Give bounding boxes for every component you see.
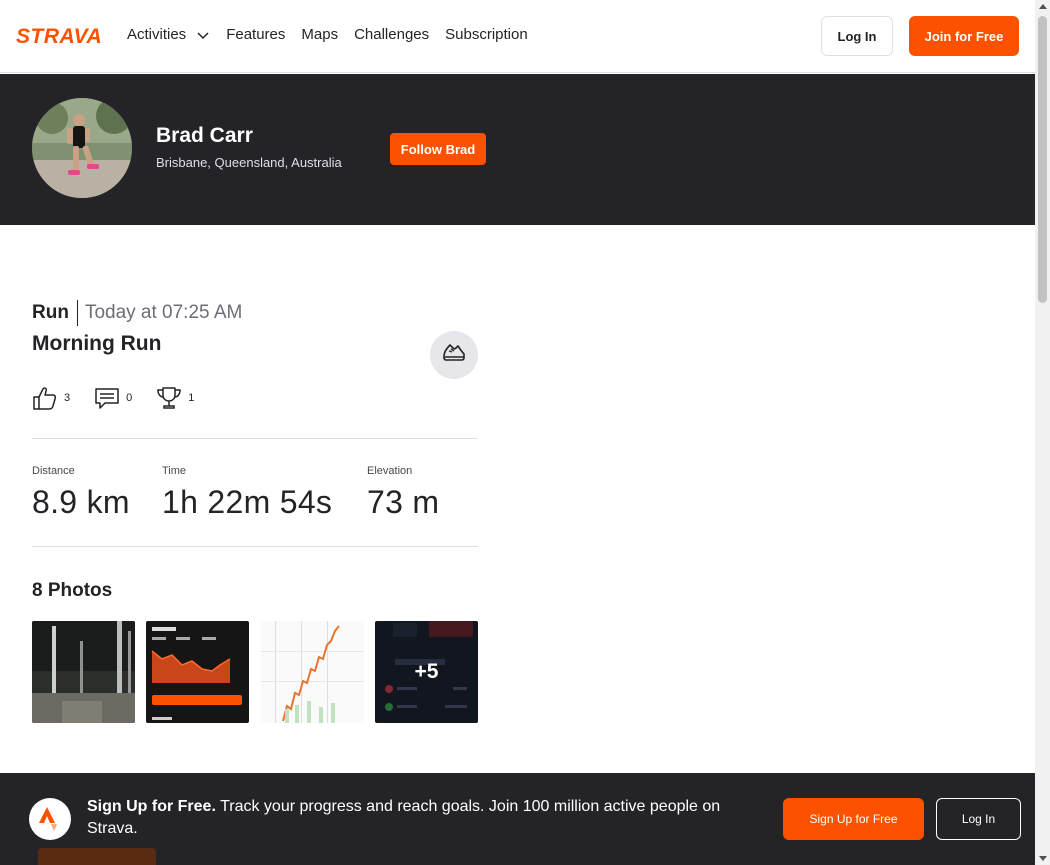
thumbs-up-icon bbox=[32, 385, 58, 411]
stat-value: 73 m bbox=[367, 484, 440, 520]
activity-type: Run bbox=[32, 300, 78, 326]
banner-bold: Sign Up for Free. bbox=[87, 798, 216, 815]
photo-thumbnail[interactable] bbox=[32, 621, 135, 723]
nav-activities-label: Activities bbox=[127, 26, 187, 43]
nav-links: Activities Features Maps Challenges Subs… bbox=[127, 25, 544, 45]
photo-thumbnail[interactable] bbox=[261, 621, 364, 723]
svg-text:STRAVA: STRAVA bbox=[16, 25, 102, 45]
kudos-count: 3 bbox=[64, 392, 71, 404]
kudos-button[interactable]: 3 bbox=[32, 385, 70, 411]
stat-time: Time 1h 22m 54s bbox=[162, 465, 332, 521]
partial-button-peek bbox=[38, 848, 156, 865]
divider bbox=[32, 438, 478, 439]
nav-maps[interactable]: Maps bbox=[301, 25, 338, 45]
athlete-avatar[interactable] bbox=[32, 98, 132, 198]
signup-banner: Sign Up for Free. Track your progress an… bbox=[0, 773, 1035, 865]
nav-subscription[interactable]: Subscription bbox=[445, 25, 528, 45]
banner-message: Sign Up for Free. Track your progress an… bbox=[87, 796, 757, 840]
stat-elevation: Elevation 73 m bbox=[367, 465, 439, 521]
stat-label: Time bbox=[162, 465, 187, 477]
stat-value: 8.9 km bbox=[32, 484, 130, 520]
photo-thumbnail-more[interactable]: +5 bbox=[375, 621, 478, 723]
achievements-count: 1 bbox=[188, 392, 195, 404]
social-actions: 3 0 1 bbox=[32, 385, 218, 411]
scrollbar-thumb[interactable] bbox=[1038, 16, 1047, 303]
athlete-location: Brisbane, Queensland, Australia bbox=[156, 155, 342, 170]
banner-signup-button[interactable]: Sign Up for Free bbox=[783, 798, 924, 840]
join-button[interactable]: Join for Free bbox=[909, 16, 1019, 56]
athlete-header: Brad Carr Brisbane, Queensland, Australi… bbox=[0, 74, 1035, 225]
scroll-up-arrow-icon[interactable] bbox=[1039, 4, 1047, 9]
photo-thumbnail[interactable] bbox=[146, 621, 249, 723]
login-button[interactable]: Log In bbox=[821, 16, 893, 56]
stat-distance: Distance 8.9 km bbox=[32, 465, 130, 521]
scroll-down-arrow-icon[interactable] bbox=[1039, 856, 1047, 861]
divider bbox=[32, 546, 478, 547]
stat-value: 1h 22m 54s bbox=[162, 484, 333, 520]
activity-title: Morning Run bbox=[32, 332, 162, 355]
stat-label: Elevation bbox=[367, 465, 413, 477]
strava-logo-icon bbox=[29, 798, 71, 840]
running-shoe-icon bbox=[441, 340, 467, 371]
activity-meta: Run Today at 07:25 AM bbox=[32, 300, 242, 326]
activity-time: Today at 07:25 AM bbox=[84, 302, 243, 323]
page-scrollbar[interactable] bbox=[1035, 0, 1050, 865]
chevron-down-icon bbox=[196, 28, 210, 42]
photos-heading: 8 Photos bbox=[32, 580, 113, 601]
top-nav: STRAVA Activities Features Maps Challeng… bbox=[0, 0, 1035, 73]
achievements-button[interactable]: 1 bbox=[156, 385, 194, 411]
nav-activities[interactable]: Activities bbox=[127, 25, 210, 45]
athlete-name[interactable]: Brad Carr bbox=[156, 124, 253, 148]
gear-button[interactable] bbox=[430, 331, 478, 379]
follow-button[interactable]: Follow Brad bbox=[390, 133, 486, 165]
comments-count: 0 bbox=[126, 392, 133, 404]
nav-features[interactable]: Features bbox=[226, 25, 285, 45]
stat-label: Distance bbox=[32, 465, 75, 477]
nav-challenges[interactable]: Challenges bbox=[354, 25, 429, 45]
comments-button[interactable]: 0 bbox=[94, 385, 132, 411]
banner-login-button[interactable]: Log In bbox=[936, 798, 1021, 840]
comment-icon bbox=[94, 385, 120, 411]
trophy-icon bbox=[156, 385, 182, 411]
strava-logo[interactable]: STRAVA bbox=[16, 25, 112, 45]
more-photos-count: +5 bbox=[375, 621, 478, 723]
